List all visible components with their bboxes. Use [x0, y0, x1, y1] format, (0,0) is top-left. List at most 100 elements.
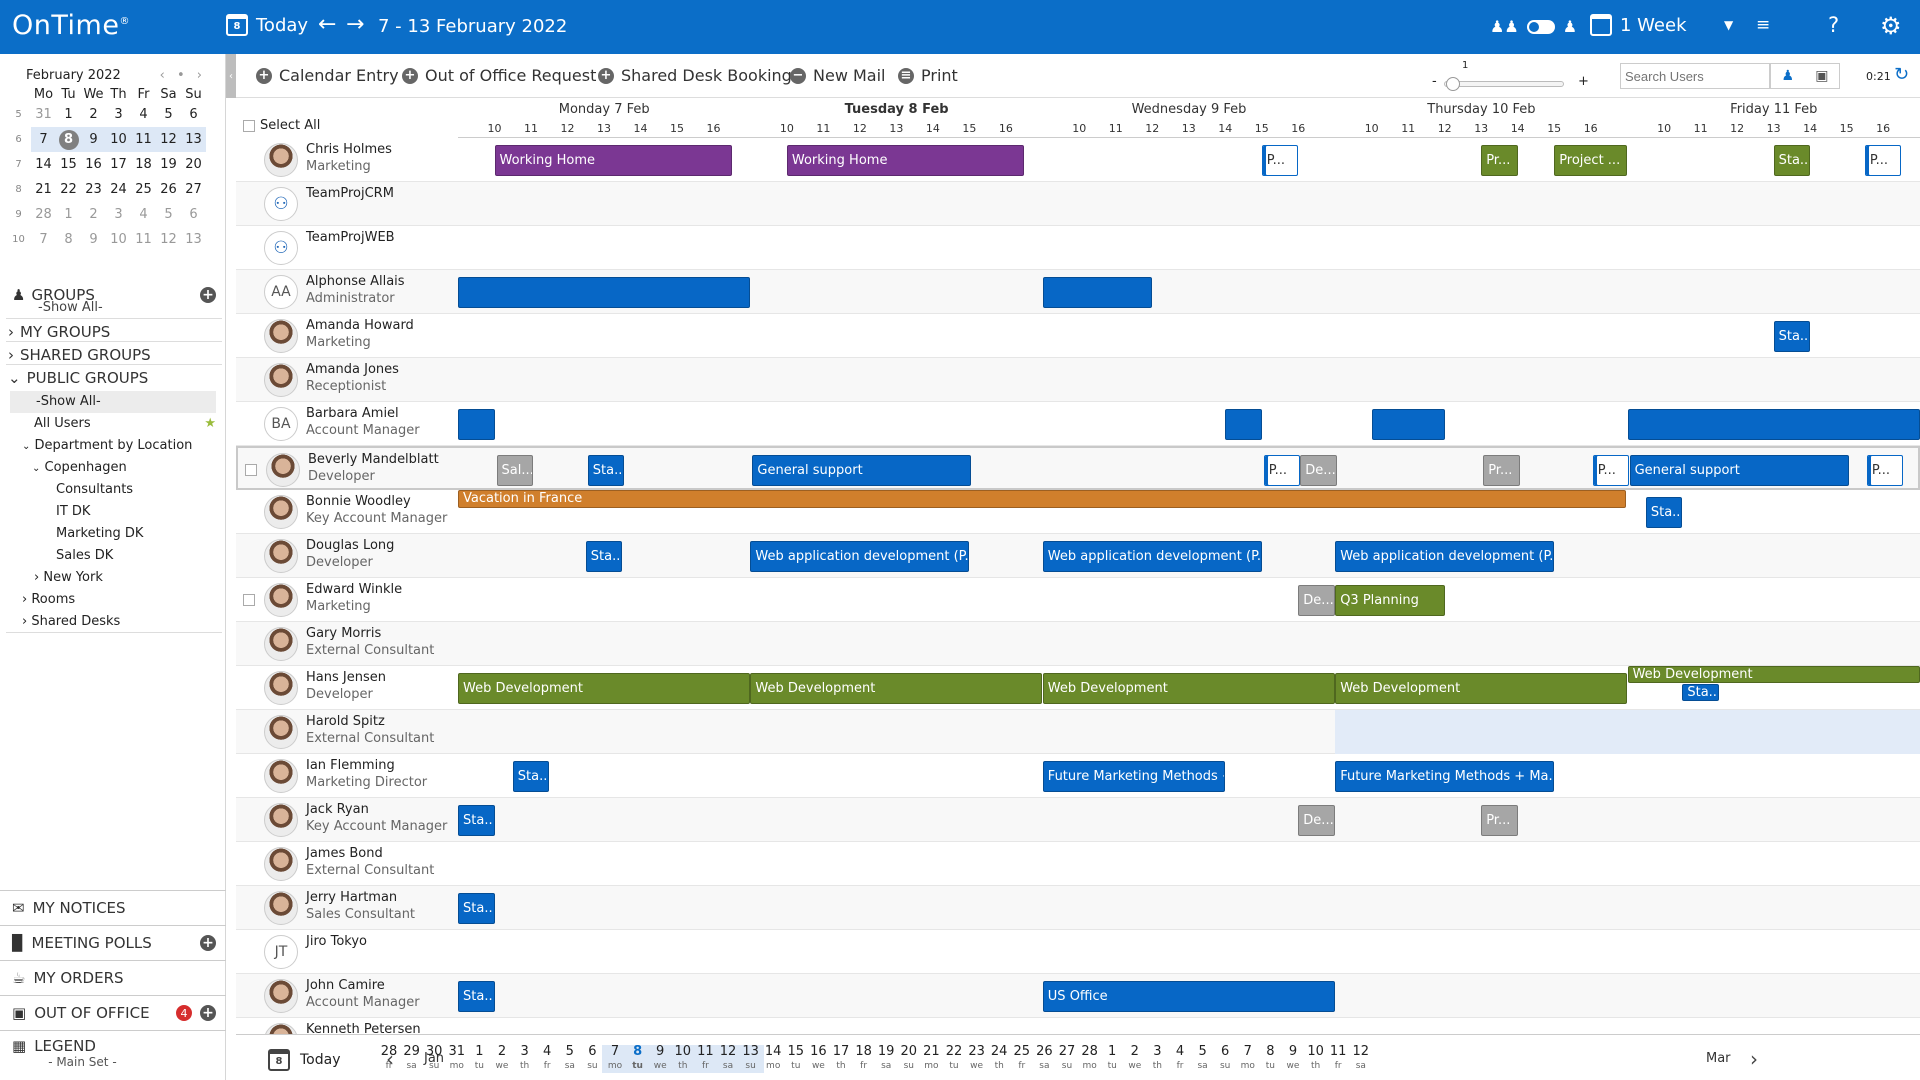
person-name[interactable]: Barbara Amiel [306, 406, 399, 421]
person-name[interactable]: Bonnie Woodley [306, 494, 411, 509]
week-number[interactable]: 8 [6, 177, 31, 202]
schedule-lane[interactable] [458, 226, 1920, 270]
zoom-in-icon[interactable]: + [1578, 74, 1589, 89]
schedule-lane[interactable]: Sta... Web application development (P... W… [458, 534, 1920, 578]
person-row[interactable]: BA Barbara Amiel Account Manager [236, 402, 1920, 446]
select-all[interactable]: Select All [243, 118, 320, 133]
mini-calendar-day[interactable]: 1 [56, 102, 81, 127]
my-notices-section[interactable]: ✉ MY NOTICES [0, 890, 226, 925]
person-info[interactable]: Amanda Jones Receptionist [236, 358, 458, 402]
add-out-of-office-icon[interactable]: + [200, 1005, 216, 1021]
schedule-lane[interactable] [458, 402, 1920, 446]
out-of-office-section[interactable]: ▣ OUT OF OFFICE 4 + [0, 995, 226, 1030]
calendar-event[interactable]: Project ... [1554, 145, 1628, 176]
tree-item-shared-desks[interactable]: › Shared Desks [6, 611, 222, 633]
mini-calendar-day[interactable]: 22 [56, 177, 81, 202]
calendar-event[interactable]: Web Development [1335, 673, 1628, 704]
calendar-event[interactable]: General support [752, 455, 972, 486]
person-info[interactable]: Edward Winkle Marketing [236, 578, 458, 622]
person-row[interactable]: John Camire Account Manager Sta... US Offic… [236, 974, 1920, 1018]
mini-calendar-day[interactable]: 5 [156, 202, 181, 227]
day-header[interactable]: Wednesday 9 Feb [1132, 102, 1247, 117]
calendar-event[interactable]: Vacation in France [458, 490, 1626, 508]
calendar-entry-button[interactable]: + Calendar Entry [256, 66, 399, 85]
day-header[interactable]: Tuesday 8 Feb [845, 102, 949, 117]
person-row[interactable]: Amanda Jones Receptionist [236, 358, 1920, 402]
person-info[interactable]: Jack Ryan Key Account Manager [236, 798, 458, 842]
schedule-lane[interactable]: Sta... De... Pr... [458, 798, 1920, 842]
schedule-lane[interactable] [458, 1018, 1920, 1034]
person-name[interactable]: Jerry Hartman [306, 890, 397, 905]
gear-icon[interactable]: ⚙ [1880, 12, 1902, 40]
mini-calendar-day[interactable]: 14 [31, 152, 56, 177]
person-name[interactable]: TeamProjCRM [306, 186, 394, 201]
calendar-event[interactable]: Pr... [1483, 455, 1520, 486]
person-info[interactable]: Ian Flemming Marketing Director [236, 754, 458, 798]
mini-calendar-day[interactable]: 11 [131, 227, 156, 252]
calendar-event[interactable]: Working Home [494, 145, 732, 176]
person-name[interactable]: Amanda Howard [306, 318, 414, 333]
calendar-event[interactable]: Q3 Planning [1335, 585, 1445, 616]
schedule-lane[interactable]: Working Home Working Home P... Pr... Project… [458, 138, 1920, 182]
mini-calendar-day[interactable]: 24 [106, 177, 131, 202]
calendar-event[interactable]: P... [1592, 455, 1630, 486]
timeline-today-button[interactable]: 8 Today [268, 1049, 341, 1071]
person-name[interactable]: Gary Morris [306, 626, 381, 641]
person-info[interactable]: Bonnie Woodley Key Account Manager [236, 490, 458, 534]
calendar-event[interactable]: Future Marketing Methods + Ma... [1335, 761, 1555, 792]
next-week-arrow-icon[interactable]: → [346, 14, 364, 36]
mini-calendar-day[interactable]: 20 [181, 152, 206, 177]
person-name[interactable]: Beverly Mandelblatt [308, 452, 439, 467]
mini-calendar-day[interactable]: 11 [131, 127, 156, 152]
week-number[interactable]: 6 [6, 127, 31, 152]
schedule-lane[interactable] [458, 842, 1920, 886]
mini-calendar-day[interactable]: 7 [31, 227, 56, 252]
search-users-input[interactable] [1620, 63, 1770, 89]
toggle-switch[interactable] [1526, 19, 1555, 34]
person-name[interactable]: James Bond [306, 846, 383, 861]
week-number[interactable]: 7 [6, 152, 31, 177]
schedule-lane[interactable] [458, 182, 1920, 226]
mini-calendar-day[interactable]: 9 [81, 127, 106, 152]
mini-calendar-day[interactable]: 15 [56, 152, 81, 177]
zoom-slider[interactable]: 1 - + [1406, 60, 1606, 94]
person-row[interactable]: JT Jiro Tokyo [236, 930, 1920, 974]
person-name[interactable]: Hans Jensen [306, 670, 386, 685]
calendar-event[interactable] [1627, 409, 1920, 440]
mini-calendar-day[interactable]: 2 [81, 202, 106, 227]
calendar-event[interactable]: Sta... [458, 805, 495, 836]
print-button[interactable]: ≡ Print [898, 66, 958, 85]
person-info[interactable]: Beverly Mandelblatt Developer [238, 448, 460, 492]
person-info[interactable]: Jerry Hartman Sales Consultant [236, 886, 458, 930]
person-row[interactable]: Amanda Howard Marketing Sta... [236, 314, 1920, 358]
person-name[interactable]: Douglas Long [306, 538, 394, 553]
ontime-logo[interactable]: OnTime® [12, 10, 130, 41]
person-name[interactable]: John Camire [306, 978, 385, 993]
calendar-event[interactable]: De... [1300, 455, 1337, 486]
calendar-event[interactable]: P... [1263, 455, 1301, 486]
refresh-icon[interactable]: ↻ [1894, 64, 1909, 85]
person-info[interactable]: Douglas Long Developer [236, 534, 458, 578]
person-info[interactable]: Harold Spitz External Consultant [236, 710, 458, 754]
person-row[interactable]: Jerry Hartman Sales Consultant Sta... [236, 886, 1920, 930]
mini-calendar-day[interactable]: 1 [56, 202, 81, 227]
timeline-day[interactable]: 12 sa [1348, 1045, 1374, 1073]
shared-desk-booking-button[interactable]: + Shared Desk Booking [598, 66, 792, 85]
schedule-lane[interactable] [458, 930, 1920, 974]
out-of-office-request-button[interactable]: + Out of Office Request [402, 66, 596, 85]
schedule-lane[interactable]: Sta... [458, 886, 1920, 930]
calendar-event[interactable]: Web Development [750, 673, 1043, 704]
tree-item-marketing-dk[interactable]: Marketing DK [6, 523, 222, 545]
calendar-event[interactable]: Sta... [512, 761, 550, 792]
person-name[interactable]: Amanda Jones [306, 362, 399, 377]
mini-calendar-day[interactable]: 8 [56, 127, 81, 152]
mini-calendar-day[interactable]: 7 [31, 127, 56, 152]
person-row[interactable]: Chris Holmes Marketing Working Home Working… [236, 138, 1920, 182]
calendar-event[interactable]: Web application development (P... [1335, 541, 1555, 572]
person-row[interactable]: Gary Morris External Consultant [236, 622, 1920, 666]
zoom-track[interactable] [1444, 81, 1564, 87]
mini-calendar-day[interactable]: 26 [156, 177, 181, 202]
calendar-event[interactable]: Web application development (P... [1042, 541, 1262, 572]
mini-calendar-day[interactable]: 3 [106, 102, 131, 127]
tree-item-department-by-location[interactable]: ⌄ Department by Location [6, 435, 222, 457]
